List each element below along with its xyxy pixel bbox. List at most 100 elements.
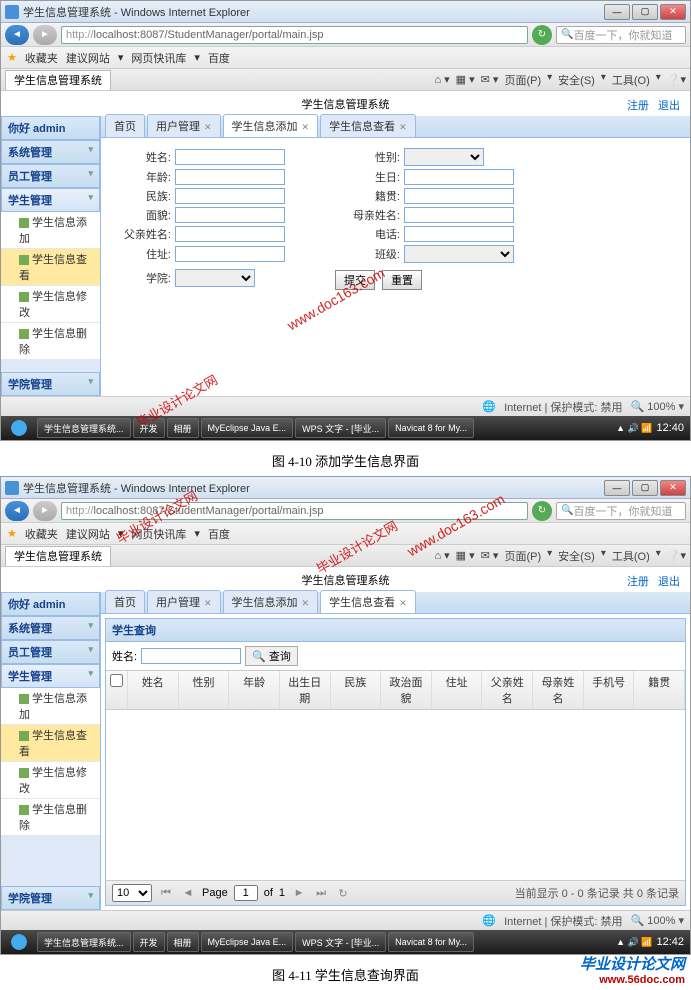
input-age[interactable] bbox=[175, 169, 285, 185]
sidebar-college[interactable]: 学院管理▾ bbox=[1, 886, 100, 910]
search-box[interactable]: 🔍 百度一下，你就知道 bbox=[556, 26, 686, 44]
sidebar-item-view[interactable]: 学生信息查看 bbox=[1, 725, 100, 762]
feed-icon[interactable]: ▦ ▾ bbox=[456, 548, 475, 564]
browser-tab[interactable]: 学生信息管理系统 bbox=[5, 70, 111, 90]
select-class[interactable] bbox=[404, 245, 514, 263]
forward-button[interactable]: ► bbox=[33, 25, 57, 45]
task-item[interactable]: MyEclipse Java E... bbox=[201, 418, 294, 438]
input-name[interactable] bbox=[175, 149, 285, 165]
safety-menu[interactable]: 安全(S) bbox=[558, 72, 595, 88]
col-phone[interactable]: 手机号 bbox=[584, 671, 635, 709]
back-button[interactable]: ◄ bbox=[5, 501, 29, 521]
home-icon[interactable]: ⌂ ▾ bbox=[434, 548, 449, 564]
zoom-control[interactable]: 🔍 100% ▾ bbox=[631, 914, 684, 927]
sidebar-student[interactable]: 学生管理▾ bbox=[1, 664, 100, 688]
refresh-page-button[interactable]: ↻ bbox=[335, 885, 351, 901]
address-bar[interactable]: http://localhost:8087/StudentManager/por… bbox=[61, 502, 528, 520]
favorites-icon[interactable]: ★ bbox=[7, 527, 17, 540]
mail-icon[interactable]: ✉ ▾ bbox=[481, 72, 499, 88]
sidebar-item-add[interactable]: 学生信息添加 bbox=[1, 688, 100, 725]
task-item[interactable]: 开发 bbox=[133, 418, 165, 438]
input-nation[interactable] bbox=[175, 188, 285, 204]
fav-link[interactable]: 建议网站 bbox=[66, 50, 110, 66]
home-icon[interactable]: ⌂ ▾ bbox=[434, 72, 449, 88]
col-name[interactable]: 姓名 bbox=[128, 671, 179, 709]
task-item[interactable]: 学生信息管理系统... bbox=[37, 418, 131, 438]
select-gender[interactable] bbox=[404, 148, 484, 166]
task-item[interactable]: WPS 文字 - [毕业... bbox=[295, 418, 386, 438]
close-button[interactable]: ✕ bbox=[660, 480, 686, 496]
task-item[interactable]: Navicat 8 for My... bbox=[388, 932, 474, 952]
col-nation[interactable]: 民族 bbox=[331, 671, 382, 709]
help-icon[interactable]: ❔▾ bbox=[667, 548, 686, 564]
tab-add[interactable]: 学生信息添加✕ bbox=[223, 114, 319, 137]
address-bar[interactable]: http://localhost:8087/StudentManager/por… bbox=[61, 26, 528, 44]
page-input[interactable] bbox=[234, 885, 258, 901]
page-menu[interactable]: 页面(P) bbox=[504, 548, 541, 564]
prev-page-button[interactable]: ◄ bbox=[180, 885, 196, 901]
tools-menu[interactable]: 工具(O) bbox=[612, 72, 650, 88]
tab-view[interactable]: 学生信息查看✕ bbox=[320, 590, 416, 613]
tab-view[interactable]: 学生信息查看✕ bbox=[320, 114, 416, 137]
sidebar-sys[interactable]: 系统管理▾ bbox=[1, 140, 100, 164]
sidebar-item-delete[interactable]: 学生信息删除 bbox=[1, 799, 100, 836]
logout-link[interactable]: 退出 bbox=[658, 576, 680, 588]
tab-home[interactable]: 首页 bbox=[105, 590, 145, 613]
refresh-button[interactable]: ↻ bbox=[532, 501, 552, 521]
tab-add[interactable]: 学生信息添加✕ bbox=[223, 590, 319, 613]
search-button[interactable]: 🔍 查询 bbox=[245, 646, 298, 666]
zoom-control[interactable]: 🔍 100% ▾ bbox=[631, 400, 684, 413]
sidebar-item-edit[interactable]: 学生信息修改 bbox=[1, 286, 100, 323]
sidebar-item-edit[interactable]: 学生信息修改 bbox=[1, 762, 100, 799]
col-mother[interactable]: 母亲姓名 bbox=[533, 671, 584, 709]
task-item[interactable]: 相册 bbox=[167, 932, 199, 952]
favorites-icon[interactable]: ★ bbox=[7, 51, 17, 64]
col-age[interactable]: 年龄 bbox=[229, 671, 280, 709]
system-tray[interactable]: ▲ 🔊 📶 12:42 bbox=[616, 936, 688, 948]
fav-link[interactable]: 百度 bbox=[208, 526, 230, 542]
sidebar-item-view[interactable]: 学生信息查看 bbox=[1, 249, 100, 286]
sidebar-student[interactable]: 学生管理▾ bbox=[1, 188, 100, 212]
tab-home[interactable]: 首页 bbox=[105, 114, 145, 137]
input-native[interactable] bbox=[404, 188, 514, 204]
task-item[interactable]: Navicat 8 for My... bbox=[388, 418, 474, 438]
task-item[interactable]: 相册 bbox=[167, 418, 199, 438]
input-father[interactable] bbox=[175, 226, 285, 242]
tab-user[interactable]: 用户管理✕ bbox=[147, 114, 221, 137]
register-link[interactable]: 注册 bbox=[627, 576, 649, 588]
start-button[interactable] bbox=[3, 417, 35, 439]
fav-link[interactable]: 建议网站 bbox=[66, 526, 110, 542]
feed-icon[interactable]: ▦ ▾ bbox=[456, 72, 475, 88]
col-face[interactable]: 政治面貌 bbox=[381, 671, 432, 709]
col-native[interactable]: 籍贯 bbox=[634, 671, 685, 709]
minimize-button[interactable]: — bbox=[604, 4, 630, 20]
sidebar-college[interactable]: 学院管理▾ bbox=[1, 372, 100, 396]
input-addr[interactable] bbox=[175, 246, 285, 262]
maximize-button[interactable]: ▢ bbox=[632, 4, 658, 20]
fav-link[interactable]: 百度 bbox=[208, 50, 230, 66]
start-button[interactable] bbox=[3, 931, 35, 953]
col-addr[interactable]: 住址 bbox=[432, 671, 483, 709]
tools-menu[interactable]: 工具(O) bbox=[612, 548, 650, 564]
sidebar-staff[interactable]: 员工管理▾ bbox=[1, 640, 100, 664]
reset-button[interactable]: 重置 bbox=[382, 270, 422, 290]
input-phone[interactable] bbox=[404, 226, 514, 242]
search-box[interactable]: 🔍 百度一下，你就知道 bbox=[556, 502, 686, 520]
page-menu[interactable]: 页面(P) bbox=[504, 72, 541, 88]
first-page-button[interactable]: ⏮ bbox=[158, 885, 174, 901]
tab-user[interactable]: 用户管理✕ bbox=[147, 590, 221, 613]
sidebar-item-delete[interactable]: 学生信息删除 bbox=[1, 323, 100, 360]
refresh-button[interactable]: ↻ bbox=[532, 25, 552, 45]
submit-button[interactable]: 提交 bbox=[335, 270, 375, 290]
back-button[interactable]: ◄ bbox=[5, 25, 29, 45]
col-gender[interactable]: 性别 bbox=[179, 671, 230, 709]
input-birth[interactable] bbox=[404, 169, 514, 185]
fav-link[interactable]: 网页快讯库 bbox=[131, 526, 186, 542]
input-search-name[interactable] bbox=[141, 648, 241, 664]
page-size-select[interactable]: 10 bbox=[112, 884, 152, 902]
input-mother[interactable] bbox=[404, 207, 514, 223]
help-icon[interactable]: ❔▾ bbox=[667, 72, 686, 88]
task-item[interactable]: WPS 文字 - [毕业... bbox=[295, 932, 386, 952]
mail-icon[interactable]: ✉ ▾ bbox=[481, 548, 499, 564]
col-birth[interactable]: 出生日期 bbox=[280, 671, 331, 709]
